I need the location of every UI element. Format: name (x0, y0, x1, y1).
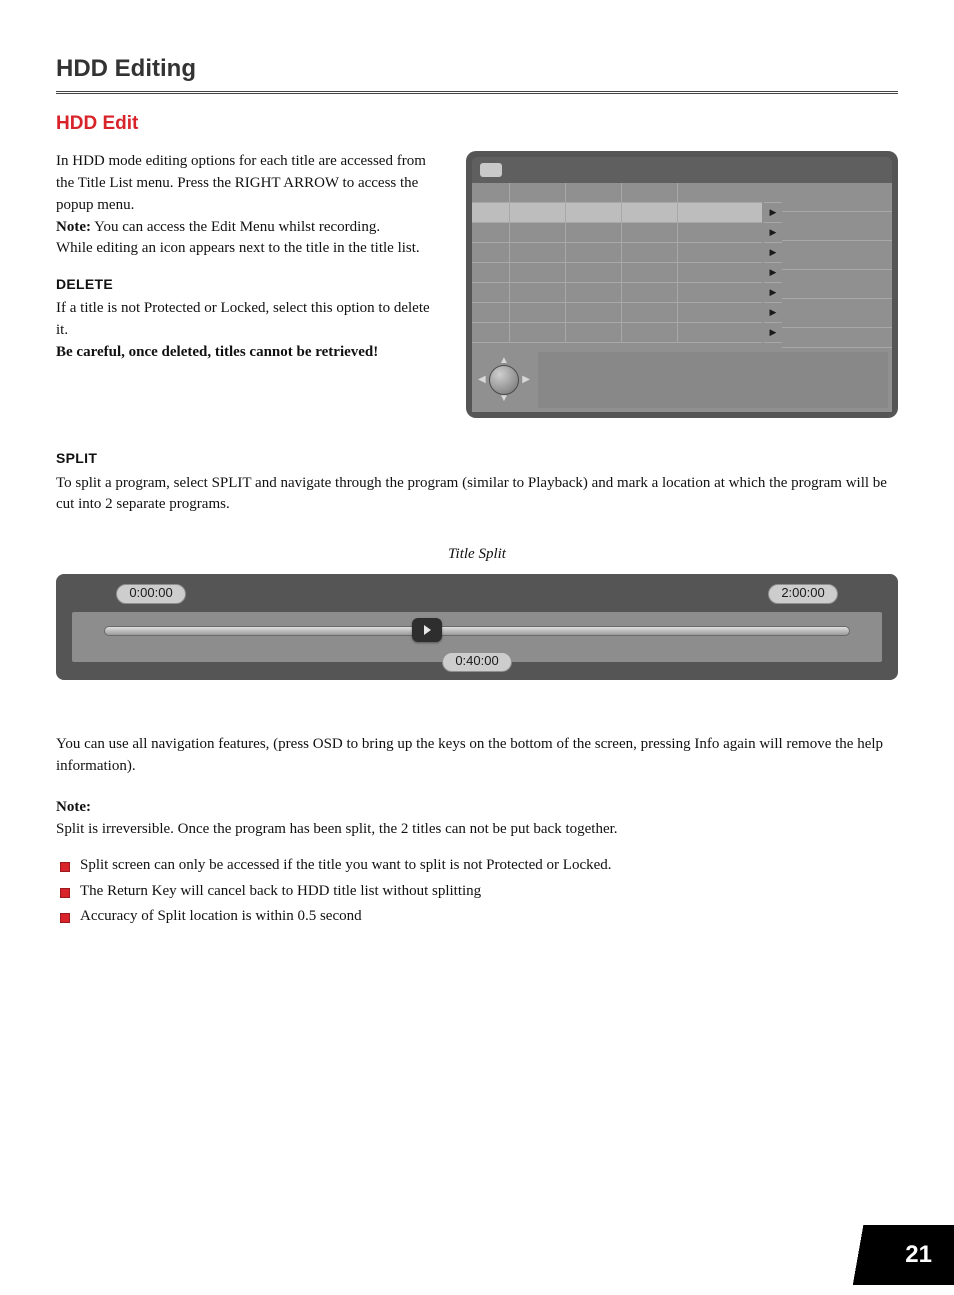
delete-warning: Be careful, once deleted, titles cannot … (56, 342, 444, 364)
title-list-header (472, 157, 892, 183)
delete-heading: DELETE (56, 274, 444, 294)
page-number-badge: 21 (824, 1225, 954, 1285)
note2-label: Note: (56, 797, 898, 819)
delete-paragraph: If a title is not Protected or Locked, s… (56, 298, 444, 342)
split-caption: Title Split (56, 544, 898, 566)
screen-icon (480, 163, 502, 177)
arrow-right-icon: ▶ (764, 263, 782, 283)
section-title: HDD Edit (56, 110, 898, 138)
list-item: Split screen can only be accessed if the… (56, 855, 898, 877)
list-item: The Return Key will cancel back to HDD t… (56, 881, 898, 903)
arrow-right-icon: ▶ (764, 243, 782, 263)
arrow-right-icon: ▶ (764, 303, 782, 323)
intro-paragraph-2: While editing an icon appears next to th… (56, 238, 444, 260)
split-heading: SPLIT (56, 448, 898, 468)
arrow-right-icon: ▶ (764, 323, 782, 343)
page-number: 21 (905, 1238, 932, 1273)
note-label: Note: (56, 219, 91, 235)
list-item: Accuracy of Split location is within 0.5… (56, 906, 898, 928)
note-block: Note: Split is irreversible. Once the pr… (56, 797, 898, 841)
title-list-illustration: ▶ ▶ ▶ ▶ ▶ ▶ ▶ (466, 151, 898, 418)
note-text: You can access the Edit Menu whilst reco… (91, 219, 380, 235)
page-title: HDD Editing (56, 52, 898, 94)
arrow-column: ▶ ▶ ▶ ▶ ▶ ▶ ▶ (764, 183, 782, 348)
intro-note: Note: You can access the Edit Menu whils… (56, 217, 444, 239)
intro-paragraph-1: In HDD mode editing options for each tit… (56, 151, 444, 216)
split-start-time: 0:00:00 (116, 584, 186, 604)
arrow-right-icon: ▶ (764, 283, 782, 303)
split-end-time: 2:00:00 (768, 584, 838, 604)
split-playhead-icon (412, 618, 442, 642)
arrow-right-icon: ▶ (764, 203, 782, 223)
split-paragraph: To split a program, select SPLIT and nav… (56, 473, 898, 517)
after-split-paragraph: You can use all navigation features, (pr… (56, 734, 898, 778)
note2-text: Split is irreversible. Once the program … (56, 821, 618, 837)
split-track (104, 626, 850, 636)
split-current-time: 0:40:00 (442, 652, 512, 672)
title-split-illustration: 0:00:00 2:00:00 0:40:00 (56, 574, 898, 680)
bullet-list: Split screen can only be accessed if the… (56, 855, 898, 928)
dpad-icon: ▲▼ ◀▶ (476, 352, 532, 408)
arrow-right-icon: ▶ (764, 223, 782, 243)
